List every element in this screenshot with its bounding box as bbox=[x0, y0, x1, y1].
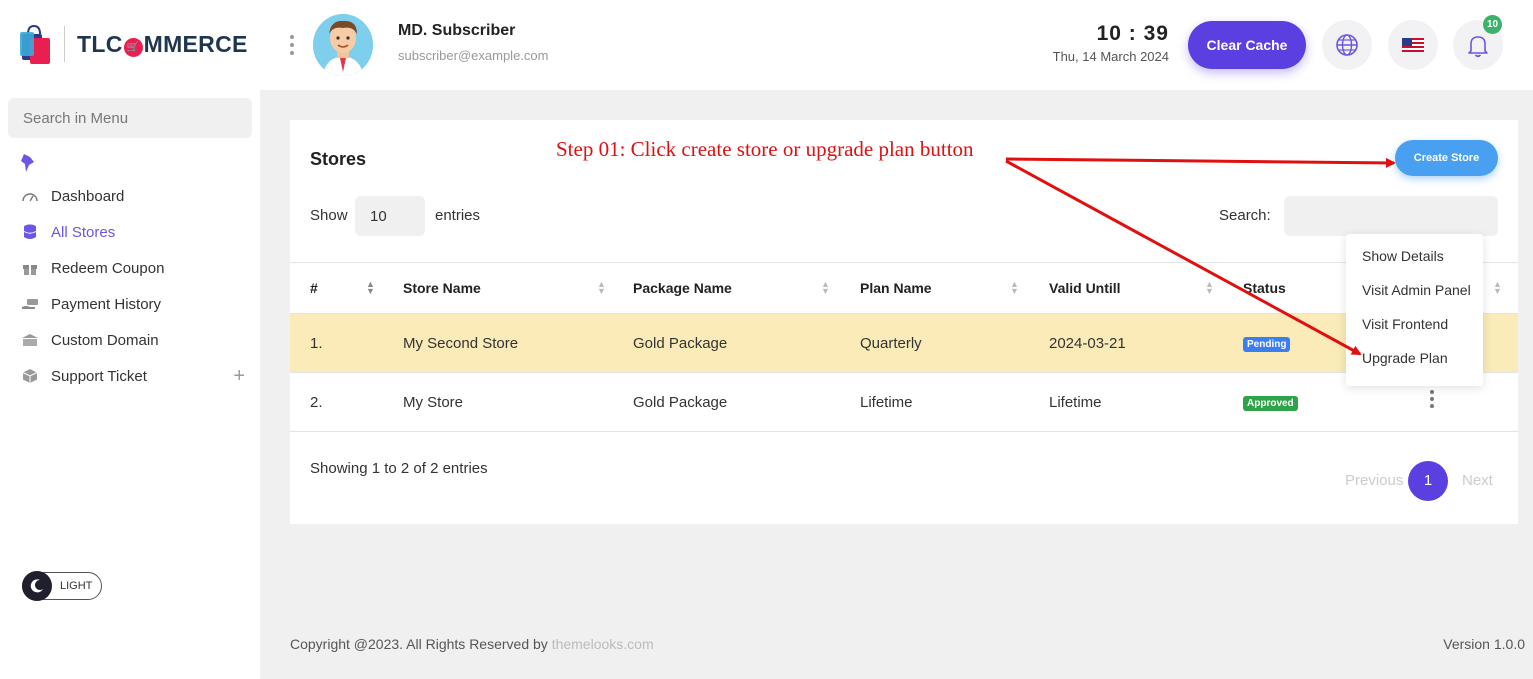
column-header-plan-name[interactable]: Plan Name ▲ ▼ bbox=[842, 262, 1031, 314]
menu-item-visit-frontend[interactable]: Visit Frontend bbox=[1346, 316, 1483, 350]
sort-icon: ▲ ▼ bbox=[821, 279, 830, 296]
search-menu-input[interactable] bbox=[8, 98, 252, 138]
globe-icon bbox=[1336, 34, 1358, 56]
column-header-valid-untill[interactable]: Valid Untill ▲ ▼ bbox=[1031, 262, 1225, 314]
bell-icon bbox=[1468, 36, 1488, 58]
clock-time: 10 : 39 bbox=[1096, 22, 1169, 45]
entries-select[interactable] bbox=[355, 196, 425, 236]
language-globe-button[interactable] bbox=[1322, 20, 1372, 70]
us-flag-icon bbox=[1402, 38, 1424, 52]
pin-sidebar-icon[interactable] bbox=[20, 153, 38, 178]
table-header-row: # ▲ ▼ Store Name ▲ ▼ Package Name ▲ ▼ Plan Nam… bbox=[290, 262, 1518, 314]
clear-cache-button[interactable]: Clear Cache bbox=[1188, 21, 1306, 69]
create-store-button[interactable]: Create Store bbox=[1395, 140, 1498, 176]
table-row[interactable]: 1. My Second Store Gold Package Quarterl… bbox=[290, 313, 1518, 373]
cell-plan-name: Lifetime bbox=[842, 372, 1031, 432]
sidebar-item-dashboard[interactable]: Dashboard bbox=[20, 184, 245, 208]
stores-card: Stores Create Store Show entries Search:… bbox=[290, 120, 1518, 524]
row-actions-dropdown: Show Details Visit Admin Panel Visit Fro… bbox=[1346, 234, 1483, 386]
pagination-page-1[interactable]: 1 bbox=[1408, 461, 1448, 501]
sidebar-item-label: Dashboard bbox=[51, 187, 125, 205]
cube-icon bbox=[20, 366, 40, 386]
notification-count-badge: 10 bbox=[1483, 15, 1502, 34]
user-name: MD. Subscriber bbox=[398, 22, 516, 39]
cell-number: 2. bbox=[290, 372, 383, 432]
sidebar-item-payment-history[interactable]: Payment History bbox=[20, 292, 245, 316]
page-title: Stores bbox=[310, 149, 367, 169]
logo-divider bbox=[64, 26, 65, 62]
brand-logo[interactable]: TLC 🛒 MMERCE bbox=[20, 24, 248, 64]
sidebar-item-label: All Stores bbox=[51, 223, 116, 241]
cell-store-name: My Store bbox=[383, 372, 615, 432]
column-header-number[interactable]: # ▲ ▼ bbox=[290, 262, 383, 314]
shopping-bag-logo-icon bbox=[20, 24, 54, 64]
sort-icon: ▲ ▼ bbox=[1010, 279, 1019, 296]
cell-package-name: Gold Package bbox=[615, 372, 842, 432]
sort-icon: ▲ ▼ bbox=[1205, 279, 1214, 296]
sidebar-item-redeem-coupon[interactable]: Redeem Coupon bbox=[20, 256, 245, 280]
brand-name: TLC 🛒 MMERCE bbox=[77, 30, 248, 57]
sidebar-item-support-ticket[interactable]: Support Ticket + bbox=[20, 364, 245, 388]
pagination-previous[interactable]: Previous bbox=[1345, 472, 1403, 489]
column-header-store-name[interactable]: Store Name ▲ ▼ bbox=[383, 262, 615, 314]
menu-item-visit-admin-panel[interactable]: Visit Admin Panel bbox=[1346, 282, 1483, 316]
search-label: Search: bbox=[1219, 207, 1271, 224]
sidebar-toggle-kebab-icon[interactable] bbox=[290, 35, 294, 59]
table-row[interactable]: 2. My Store Gold Package Lifetime Lifeti… bbox=[290, 372, 1518, 432]
cell-package-name: Gold Package bbox=[615, 313, 842, 373]
sort-icon: ▲ ▼ bbox=[1493, 279, 1502, 296]
sort-icon: ▲ ▼ bbox=[366, 279, 375, 296]
database-icon bbox=[20, 222, 40, 242]
user-email: subscriber@example.com bbox=[398, 48, 549, 63]
gift-icon bbox=[20, 258, 40, 278]
show-label: Show bbox=[310, 207, 348, 224]
bank-icon bbox=[20, 330, 40, 350]
status-badge: Pending bbox=[1243, 337, 1291, 352]
pagination-next[interactable]: Next bbox=[1462, 472, 1493, 489]
stores-table: # ▲ ▼ Store Name ▲ ▼ Package Name ▲ ▼ Plan Nam… bbox=[290, 262, 1518, 432]
row-actions-kebab-icon[interactable] bbox=[1430, 389, 1434, 411]
table-search-input[interactable] bbox=[1284, 196, 1498, 236]
menu-item-show-details[interactable]: Show Details bbox=[1346, 248, 1483, 282]
moon-icon bbox=[22, 571, 52, 601]
table-info: Showing 1 to 2 of 2 entries bbox=[310, 460, 488, 477]
sidebar-item-label: Support Ticket bbox=[51, 367, 147, 385]
expand-plus-icon[interactable]: + bbox=[233, 365, 245, 388]
entries-label: entries bbox=[435, 207, 481, 224]
footer-link[interactable]: themelooks.com bbox=[552, 636, 654, 652]
sidebar-item-all-stores[interactable]: All Stores bbox=[20, 220, 245, 244]
theme-label: LIGHT bbox=[60, 580, 93, 592]
cell-valid-untill: Lifetime bbox=[1031, 372, 1225, 432]
sidebar: Dashboard All Stores Redeem Coupon Payme… bbox=[0, 90, 260, 679]
sidebar-item-label: Payment History bbox=[51, 295, 162, 313]
language-flag-button[interactable] bbox=[1388, 20, 1438, 70]
menu-item-upgrade-plan[interactable]: Upgrade Plan bbox=[1346, 350, 1483, 384]
cell-number: 1. bbox=[290, 313, 383, 373]
sort-icon: ▲ ▼ bbox=[597, 279, 606, 296]
money-hand-icon bbox=[20, 294, 40, 314]
cart-o-icon: 🛒 bbox=[123, 37, 143, 57]
sidebar-item-label: Custom Domain bbox=[51, 331, 159, 349]
tutorial-annotation: Step 01: Click create store or upgrade p… bbox=[556, 137, 974, 161]
sidebar-item-label: Redeem Coupon bbox=[51, 259, 165, 277]
gauge-icon bbox=[20, 186, 40, 206]
clock-date: Thu, 14 March 2024 bbox=[1052, 49, 1169, 64]
top-header: TLC 🛒 MMERCE MD. Subscriber subscriber@exa… bbox=[0, 0, 1533, 90]
footer-version: Version 1.0.0 bbox=[1443, 636, 1525, 652]
cell-valid-untill: 2024-03-21 bbox=[1031, 313, 1225, 373]
cell-store-name: My Second Store bbox=[383, 313, 615, 373]
sidebar-item-custom-domain[interactable]: Custom Domain bbox=[20, 328, 245, 352]
cell-plan-name: Quarterly bbox=[842, 313, 1031, 373]
avatar[interactable] bbox=[313, 14, 373, 76]
status-badge: Approved bbox=[1243, 396, 1298, 411]
footer-copyright: Copyright @2023. All Rights Reserved by … bbox=[290, 636, 654, 652]
theme-toggle[interactable]: LIGHT bbox=[22, 571, 102, 601]
column-header-package-name[interactable]: Package Name ▲ ▼ bbox=[615, 262, 842, 314]
